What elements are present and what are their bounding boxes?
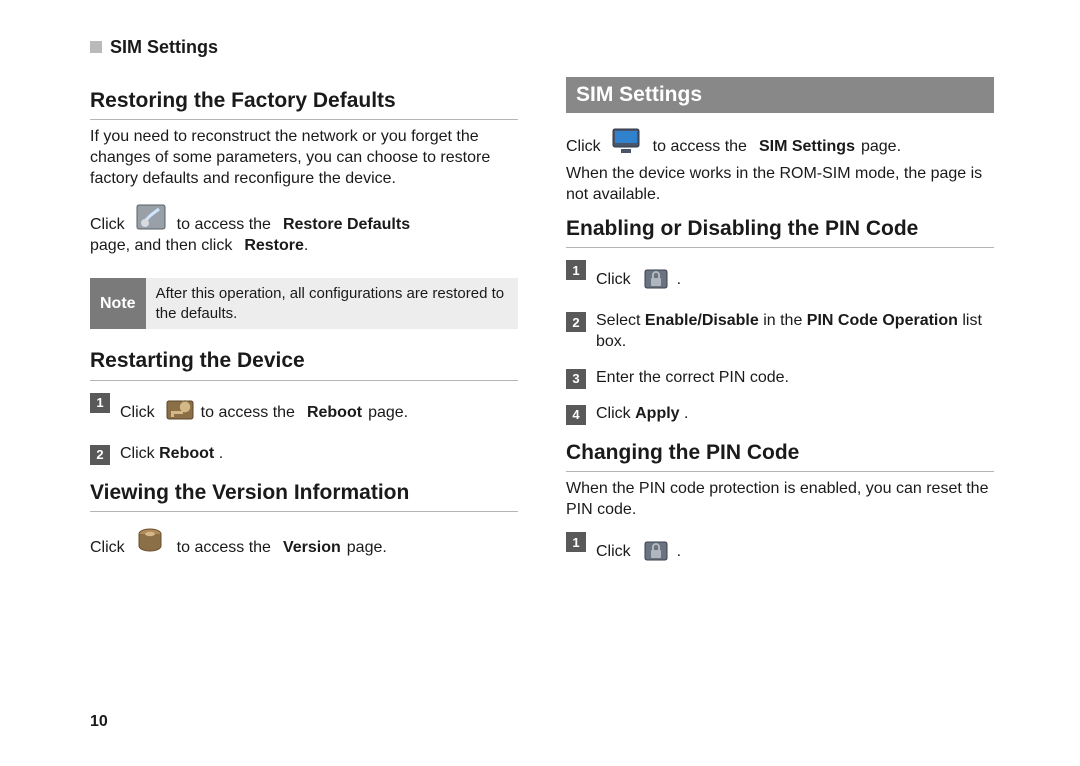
text-fragment: . [677,269,681,290]
step-number-icon: 4 [566,405,586,425]
header-bullet-icon [90,41,102,53]
text-fragment: . [219,445,223,462]
bold-pin-operation: PIN Code Operation [807,312,958,329]
sim-settings-icon [611,125,647,157]
reboot-icon [165,397,195,423]
step-text: Enter the correct PIN code. [596,367,994,388]
text-fragment: to access the [177,537,271,558]
pin-lock-icon [641,264,671,290]
text-click: Click [596,405,631,422]
step-number-icon: 1 [566,532,586,552]
text-click: Click [90,214,125,235]
heading-enable-pin: Enabling or Disabling the PIN Code [566,215,994,248]
enable-pin-step-4: 4 Click Apply . [566,403,994,425]
enable-pin-step-1: 1 Click . [566,258,994,296]
heading-restore-defaults: Restoring the Factory Defaults [90,87,518,120]
text-click: Click [90,537,125,558]
version-instruction-line: Click to access the Version page. [90,526,518,558]
change-pin-step-1: 1 Click . [566,530,994,568]
restart-step-1: 1 Click to access the Reboot page. [90,391,518,429]
text-fragment: . [677,541,681,562]
heading-change-pin: Changing the PIN Code [566,439,994,472]
bold-sim-settings: SIM Settings [759,136,855,157]
text-click: Click [566,136,601,157]
sim-rom-note: When the device works in the ROM-SIM mod… [566,163,994,205]
enable-pin-step-2: 2 Select Enable/Disable in the PIN Code … [566,310,994,352]
version-info-icon [135,526,171,558]
restart-step-2: 2 Click Reboot . [90,443,518,465]
heading-restarting: Restarting the Device [90,347,518,380]
text-fragment: page. [347,537,387,558]
text-fragment: to access the [653,136,747,157]
bold-enable-disable: Enable/Disable [645,312,759,329]
text-fragment: page. [368,402,408,423]
step-number-icon: 2 [566,312,586,332]
heading-version-info: Viewing the Version Information [90,479,518,512]
bold-version: Version [283,537,341,558]
restore-defaults-icon [135,203,171,235]
note-text: After this operation, all configurations… [146,278,518,329]
section-banner: SIM Settings [566,77,994,113]
text-click: Click [596,541,631,562]
header-title: SIM Settings [110,36,218,59]
note-label: Note [90,278,146,329]
step-number-icon: 2 [90,445,110,465]
text-fragment: to access the [201,402,295,423]
left-column: Restoring the Factory Defaults If you ne… [90,77,518,583]
text-fragment: page. [861,136,901,157]
right-column: SIM Settings Click to access the SIM Set… [566,77,994,583]
bold-reboot: Reboot [307,402,362,423]
sim-access-instruction: Click to access the SIM Settings page. [566,125,994,157]
restore-instruction-line: Click to access the Restore Defaults pag… [90,203,518,256]
note-box: Note After this operation, all configura… [90,278,518,329]
bold-apply: Apply [635,405,679,422]
bold-reboot: Reboot [159,445,214,462]
text-click: Click [596,269,631,290]
text-fragment: . [304,235,308,256]
pin-lock-icon [641,536,671,562]
text-click: Click [120,445,155,462]
text-select: Select [596,312,640,329]
enable-pin-step-3: 3 Enter the correct PIN code. [566,367,994,389]
page-number: 10 [90,712,108,732]
text-fragment: to access the [177,214,271,235]
text-fragment: . [684,405,688,422]
text-click: Click [120,402,155,423]
bold-restore-defaults: Restore Defaults [283,214,410,235]
page-header: SIM Settings [90,36,1024,59]
step-number-icon: 1 [566,260,586,280]
restore-intro-text: If you need to reconstruct the network o… [90,126,518,189]
step-number-icon: 3 [566,369,586,389]
bold-restore: Restore [244,235,304,256]
text-fragment: in the [763,312,802,329]
change-pin-intro: When the PIN code protection is enabled,… [566,478,994,520]
text-fragment: page, and then click [90,235,232,256]
step-number-icon: 1 [90,393,110,413]
document-page: SIM Settings Restoring the Factory Defau… [0,0,1080,766]
